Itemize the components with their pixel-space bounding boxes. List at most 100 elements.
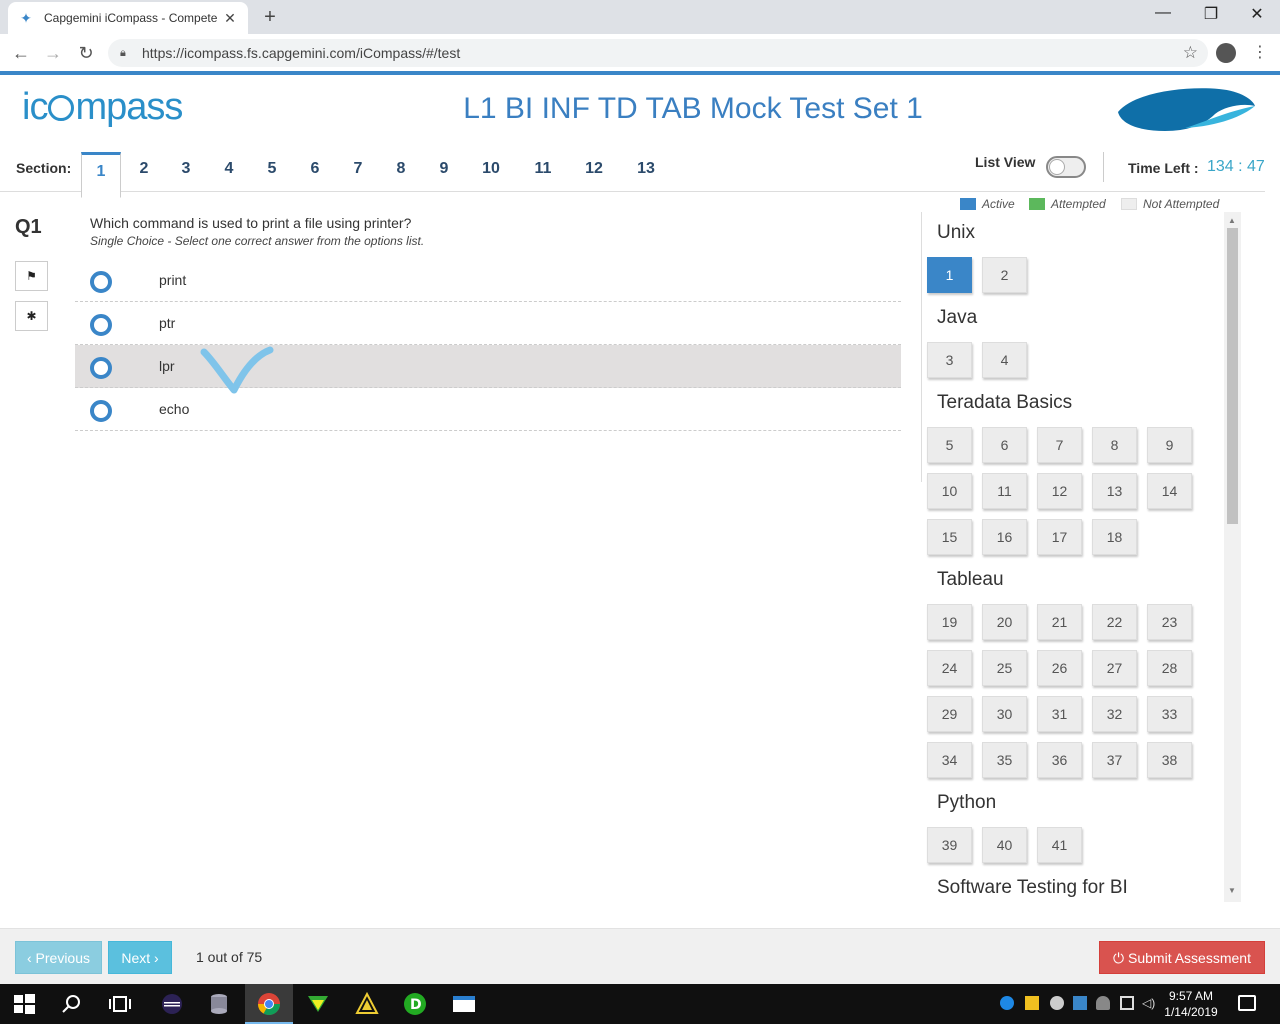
app-triangle-yellow-icon[interactable] <box>355 992 379 1016</box>
section-tab[interactable]: 12 <box>574 152 614 192</box>
section-tab[interactable]: 3 <box>166 152 206 192</box>
previous-button[interactable]: ‹ Previous <box>15 941 102 974</box>
section-tab[interactable]: 13 <box>626 152 666 192</box>
onedrive-tray-icon[interactable] <box>1096 996 1110 1010</box>
question-button[interactable]: 18 <box>1092 519 1137 555</box>
question-button[interactable]: 10 <box>927 473 972 509</box>
navigator-scrollbar[interactable]: ▲ ▼ <box>1224 212 1241 902</box>
scroll-down-icon[interactable]: ▼ <box>1228 886 1236 895</box>
reload-icon[interactable]: ↻ <box>75 42 97 64</box>
app-tray-icon[interactable] <box>1073 996 1087 1010</box>
question-button[interactable]: 23 <box>1147 604 1192 640</box>
radio-button[interactable] <box>90 357 112 379</box>
notifications-icon[interactable] <box>1238 995 1256 1011</box>
section-tab[interactable]: 2 <box>124 152 164 192</box>
question-button[interactable]: 22 <box>1092 604 1137 640</box>
question-button[interactable]: 31 <box>1037 696 1082 732</box>
question-button[interactable]: 3 <box>927 342 972 378</box>
question-button[interactable]: 9 <box>1147 427 1192 463</box>
question-button[interactable]: 33 <box>1147 696 1192 732</box>
question-button[interactable]: 1 <box>927 257 972 293</box>
flag-icon[interactable]: ⚑ <box>15 261 48 291</box>
app-triangle-green-icon[interactable] <box>306 992 330 1016</box>
question-button[interactable]: 7 <box>1037 427 1082 463</box>
question-button[interactable]: 26 <box>1037 650 1082 686</box>
question-button[interactable]: 28 <box>1147 650 1192 686</box>
question-button[interactable]: 4 <box>982 342 1027 378</box>
task-view-icon[interactable] <box>108 992 132 1016</box>
chrome-icon[interactable] <box>257 992 281 1016</box>
radio-button[interactable] <box>90 400 112 422</box>
question-button[interactable]: 13 <box>1092 473 1137 509</box>
section-tab[interactable]: 9 <box>424 152 464 192</box>
question-button[interactable]: 25 <box>982 650 1027 686</box>
question-button[interactable]: 5 <box>927 427 972 463</box>
question-button[interactable]: 35 <box>982 742 1027 778</box>
forward-icon[interactable]: → <box>42 42 64 64</box>
question-button[interactable]: 11 <box>982 473 1027 509</box>
search-icon[interactable] <box>60 992 84 1016</box>
question-button[interactable]: 37 <box>1092 742 1137 778</box>
browser-tab[interactable]: ✦ Capgemini iCompass - Compete ✕ <box>8 2 248 34</box>
question-button[interactable]: 41 <box>1037 827 1082 863</box>
list-view-toggle[interactable] <box>1046 156 1086 178</box>
bug-icon[interactable]: ✱ <box>15 301 48 331</box>
section-tab[interactable]: 6 <box>295 152 335 192</box>
question-button[interactable]: 39 <box>927 827 972 863</box>
question-button[interactable]: 15 <box>927 519 972 555</box>
section-tab[interactable]: 11 <box>523 152 563 192</box>
eclipse-icon[interactable] <box>160 992 184 1016</box>
submit-assessment-button[interactable]: ⏻ Submit Assessment <box>1099 941 1265 974</box>
question-button[interactable]: 38 <box>1147 742 1192 778</box>
network-tray-icon[interactable] <box>1120 996 1134 1010</box>
question-button[interactable]: 19 <box>927 604 972 640</box>
question-button[interactable]: 14 <box>1147 473 1192 509</box>
section-tab[interactable]: 5 <box>252 152 292 192</box>
profile-avatar-icon[interactable] <box>1216 43 1236 63</box>
section-tab[interactable]: 7 <box>338 152 378 192</box>
address-bar[interactable]: 🔒︎ https://icompass.fs.capgemini.com/iCo… <box>108 39 1208 67</box>
browser-menu-icon[interactable]: ⋮ <box>1252 42 1268 62</box>
question-button[interactable]: 29 <box>927 696 972 732</box>
question-button[interactable]: 40 <box>982 827 1027 863</box>
question-button[interactable]: 12 <box>1037 473 1082 509</box>
answer-option[interactable]: print <box>75 259 901 302</box>
section-tab[interactable]: 8 <box>381 152 421 192</box>
radio-button[interactable] <box>90 314 112 336</box>
system-clock[interactable]: 9:57 AM 1/14/2019 <box>1160 988 1222 1020</box>
section-tab[interactable]: 10 <box>471 152 511 192</box>
question-button[interactable]: 8 <box>1092 427 1137 463</box>
question-button[interactable]: 20 <box>982 604 1027 640</box>
question-button[interactable]: 36 <box>1037 742 1082 778</box>
next-button[interactable]: Next › <box>108 941 172 974</box>
restore-icon[interactable]: ❐ <box>1196 4 1226 24</box>
globe-tray-icon[interactable] <box>1050 996 1064 1010</box>
section-tab[interactable]: 4 <box>209 152 249 192</box>
question-button[interactable]: 2 <box>982 257 1027 293</box>
radio-button[interactable] <box>90 271 112 293</box>
close-window-icon[interactable]: ✕ <box>1242 4 1272 24</box>
back-icon[interactable]: ← <box>10 42 32 64</box>
question-button[interactable]: 17 <box>1037 519 1082 555</box>
question-button[interactable]: 32 <box>1092 696 1137 732</box>
app-d-icon[interactable]: D <box>403 992 427 1016</box>
section-tab[interactable]: 1 <box>81 152 121 198</box>
close-tab-icon[interactable]: ✕ <box>222 10 238 27</box>
window-app-icon[interactable] <box>452 992 476 1016</box>
question-button[interactable]: 24 <box>927 650 972 686</box>
bookmark-star-icon[interactable]: ☆ <box>1183 43 1198 63</box>
question-button[interactable]: 30 <box>982 696 1027 732</box>
answer-option[interactable]: ptr <box>75 302 901 345</box>
shield-tray-icon[interactable] <box>1025 996 1039 1010</box>
question-button[interactable]: 6 <box>982 427 1027 463</box>
new-tab-icon[interactable]: + <box>258 6 282 29</box>
question-button[interactable]: 16 <box>982 519 1027 555</box>
database-icon[interactable] <box>208 992 232 1016</box>
volume-tray-icon[interactable]: ◁) <box>1142 996 1156 1010</box>
question-button[interactable]: 21 <box>1037 604 1082 640</box>
scroll-up-icon[interactable]: ▲ <box>1228 216 1236 225</box>
question-button[interactable]: 34 <box>927 742 972 778</box>
question-button[interactable]: 27 <box>1092 650 1137 686</box>
scroll-thumb[interactable] <box>1227 228 1238 524</box>
windows-start-icon[interactable] <box>12 992 36 1016</box>
